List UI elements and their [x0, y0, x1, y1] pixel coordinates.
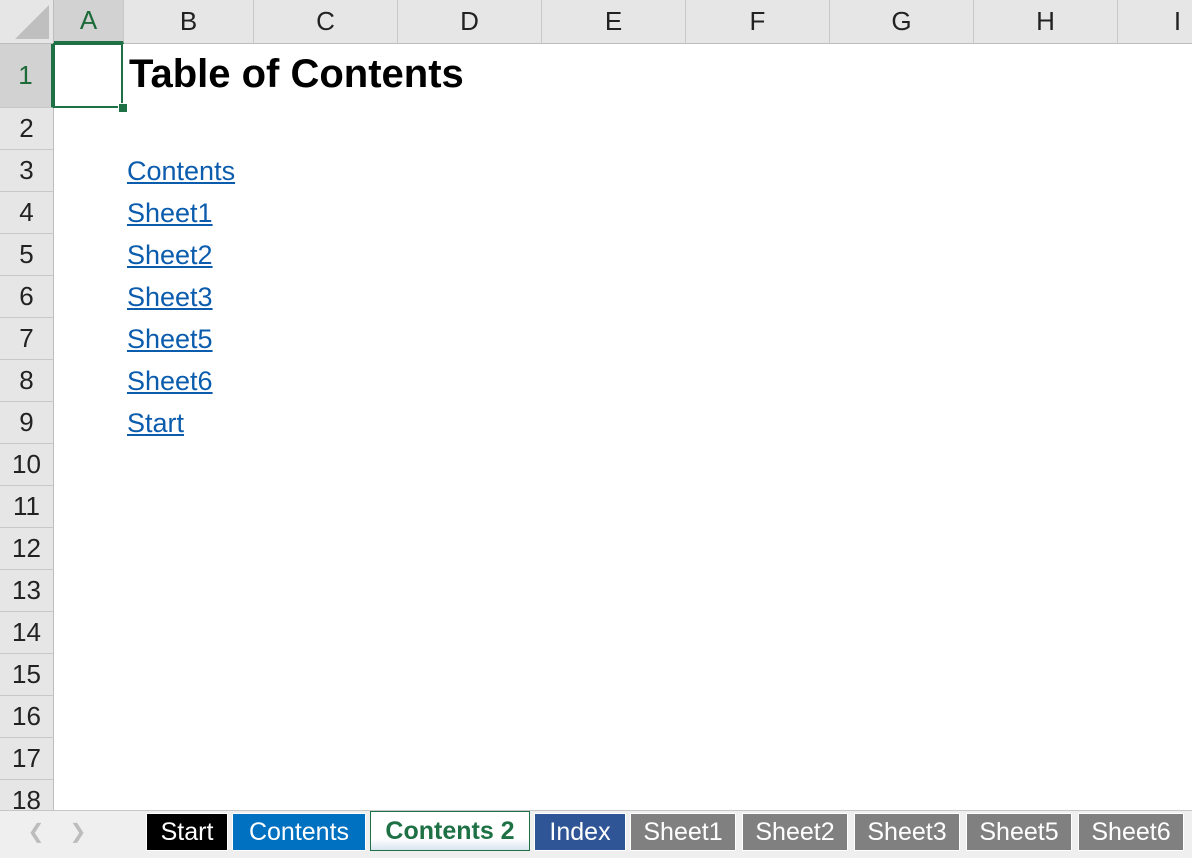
column-header-a[interactable]: A	[54, 0, 124, 44]
column-header-c[interactable]: C	[254, 0, 398, 44]
row-header-6[interactable]: 6	[0, 276, 54, 318]
row-header-7[interactable]: 7	[0, 318, 54, 360]
chevron-left-icon[interactable]: ❮	[26, 819, 46, 844]
row-header-9[interactable]: 9	[0, 402, 54, 444]
spreadsheet-grid[interactable]: ABCDEFGHI 1 2 3 4 5 6 7 8 9 10 11 12 13 14 15 16 17 18 Ta…	[0, 0, 1192, 810]
column-header-d[interactable]: D	[398, 0, 542, 44]
sheet-tab-sheet5[interactable]: Sheet5	[966, 813, 1072, 851]
row-header-8[interactable]: 8	[0, 360, 54, 402]
column-header-h[interactable]: H	[974, 0, 1118, 44]
sheet-tab-bar: ❮ ❯ Start Contents Contents 2 Index Sheet1 Sh…	[0, 810, 1192, 858]
sheet-tab-index[interactable]: Index	[534, 813, 626, 851]
link-sheet1[interactable]: Sheet1	[127, 192, 213, 234]
link-contents[interactable]: Contents	[127, 150, 235, 192]
sheet-tab-contents[interactable]: Contents	[232, 813, 366, 851]
row-header-5[interactable]: 5	[0, 234, 54, 276]
sheet-tab-sheet3[interactable]: Sheet3	[854, 813, 960, 851]
link-start[interactable]: Start	[127, 402, 184, 444]
row-header-2[interactable]: 2	[0, 108, 54, 150]
link-sheet5[interactable]: Sheet5	[127, 318, 213, 360]
row-header-15[interactable]: 15	[0, 654, 54, 696]
column-header-g[interactable]: G	[830, 0, 974, 44]
row-header-12[interactable]: 12	[0, 528, 54, 570]
fill-handle[interactable]	[118, 103, 128, 113]
link-sheet3[interactable]: Sheet3	[127, 276, 213, 318]
column-header-e[interactable]: E	[542, 0, 686, 44]
row-header-1[interactable]: 1	[0, 44, 54, 108]
page-title: Table of Contents	[129, 52, 464, 96]
select-all-corner[interactable]	[0, 0, 54, 44]
row-header-11[interactable]: 11	[0, 486, 54, 528]
row-header-16[interactable]: 16	[0, 696, 54, 738]
sheet-tab-sheet1[interactable]: Sheet1	[630, 813, 736, 851]
active-cell-a1[interactable]	[53, 43, 123, 108]
column-header-i[interactable]: I	[1118, 0, 1192, 44]
column-header-f[interactable]: F	[686, 0, 830, 44]
row-header-18[interactable]: 18	[0, 780, 54, 810]
row-header-4[interactable]: 4	[0, 192, 54, 234]
column-header-b[interactable]: B	[124, 0, 254, 44]
chevron-right-icon[interactable]: ❯	[68, 819, 88, 844]
link-sheet2[interactable]: Sheet2	[127, 234, 213, 276]
row-header-14[interactable]: 14	[0, 612, 54, 654]
select-all-triangle-icon	[15, 5, 49, 39]
sheet-tab-sheet2[interactable]: Sheet2	[742, 813, 848, 851]
link-sheet6[interactable]: Sheet6	[127, 360, 213, 402]
row-header-17[interactable]: 17	[0, 738, 54, 780]
row-header-3[interactable]: 3	[0, 150, 54, 192]
sheet-tab-sheet6[interactable]: Sheet6	[1078, 813, 1184, 851]
sheet-tab-contents-2[interactable]: Contents 2	[370, 811, 530, 851]
sheet-tab-start[interactable]: Start	[146, 813, 228, 851]
row-header-13[interactable]: 13	[0, 570, 54, 612]
row-header-10[interactable]: 10	[0, 444, 54, 486]
